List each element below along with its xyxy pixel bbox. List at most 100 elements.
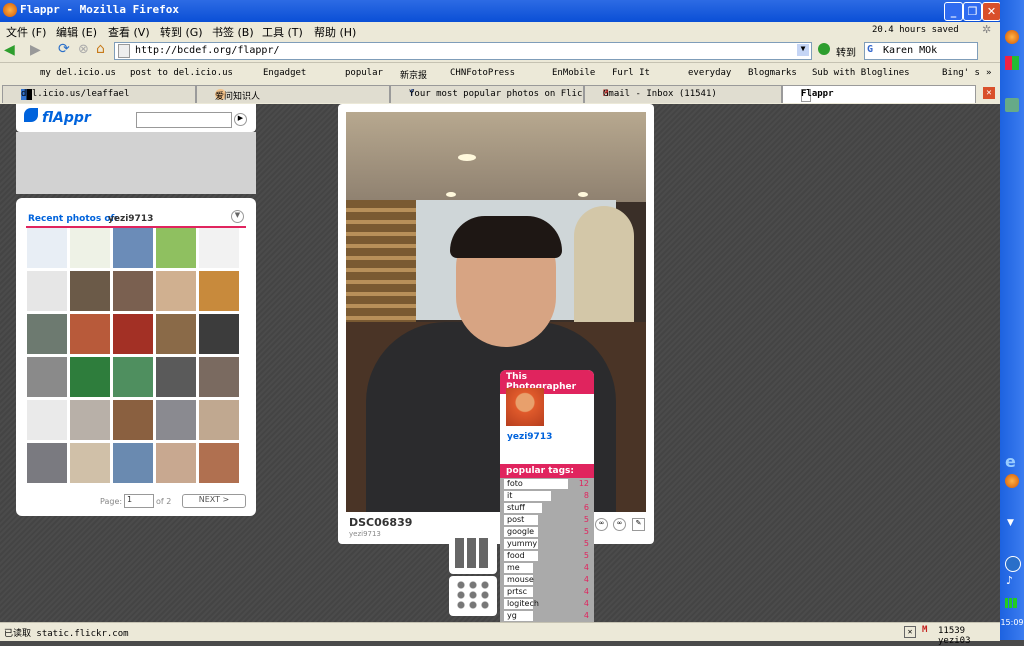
tag-row[interactable]: me 4 — [500, 562, 594, 574]
thumbnail[interactable] — [27, 443, 67, 483]
close-button[interactable]: ✕ — [982, 2, 1001, 21]
tab-iask[interactable]: 爱问知识人 — [196, 85, 390, 103]
thumbnail[interactable] — [156, 357, 196, 397]
gmail-icon[interactable]: M — [922, 625, 927, 635]
address-bar[interactable]: http://bcdef.org/flappr/ ▼ — [114, 42, 812, 60]
menu-view[interactable]: 查看 (V) — [108, 24, 150, 40]
tab-flappr[interactable]: Flappr — [782, 85, 976, 103]
forward-icon[interactable]: ▶ — [30, 42, 41, 58]
thumbnail[interactable] — [70, 357, 110, 397]
thumbnail[interactable] — [113, 400, 153, 440]
tag-row[interactable]: prtsc 4 — [500, 586, 594, 598]
signal-icon[interactable] — [1005, 598, 1017, 608]
thumbnail[interactable] — [199, 443, 239, 483]
tag-row[interactable]: foto 12 — [500, 478, 594, 490]
collapse-icon[interactable]: ▼ — [231, 210, 244, 223]
chevron-down-icon[interactable]: ▼ — [797, 44, 809, 56]
menu-edit[interactable]: 编辑 (E) — [56, 24, 97, 40]
gear-icon[interactable]: ✲ — [982, 23, 991, 36]
link-icon[interactable]: ∞ — [613, 518, 626, 531]
link-icon[interactable]: ∞ — [595, 518, 608, 531]
thumbnail[interactable] — [70, 228, 110, 268]
minimize-button[interactable]: _ — [944, 2, 963, 21]
next-page-button[interactable]: NEXT > — [182, 494, 246, 508]
bookmark-furl-it[interactable]: Furl It — [612, 68, 650, 78]
tag-row[interactable]: logitech 4 — [500, 598, 594, 610]
tag-row[interactable]: food 5 — [500, 550, 594, 562]
page-input[interactable]: 1 — [124, 494, 154, 508]
tag-row[interactable]: it 8 — [500, 490, 594, 502]
tag-row[interactable]: mouse 4 — [500, 574, 594, 586]
thumbnail[interactable] — [113, 228, 153, 268]
firefox-taskbar-icon[interactable] — [1005, 474, 1019, 488]
thumbnail[interactable] — [199, 271, 239, 311]
zoom-icon[interactable] — [455, 580, 491, 610]
close-tab-icon[interactable]: ✕ — [983, 87, 995, 99]
thumbnail[interactable] — [70, 271, 110, 311]
tab-gmail[interactable]: M Gmail - Inbox (11541) — [584, 85, 782, 103]
thumbnail[interactable] — [27, 357, 67, 397]
tray-chevron-icon[interactable]: ▼ — [1007, 518, 1014, 528]
blocked-icon[interactable]: ✕ — [904, 626, 916, 638]
bookmarks-overflow-icon[interactable]: » — [986, 68, 991, 78]
tag-row[interactable]: google 5 — [500, 526, 594, 538]
edit-icon[interactable]: ✎ — [632, 518, 645, 531]
thumbnail[interactable] — [156, 228, 196, 268]
network-icon[interactable] — [1005, 556, 1021, 572]
grid-view-icon[interactable] — [455, 538, 491, 568]
go-button[interactable]: 转到 — [836, 44, 856, 59]
windows-flag-icon[interactable] — [1005, 56, 1019, 70]
thumbnail[interactable] — [70, 314, 110, 354]
bookmark-bing[interactable]: Bing' s — [942, 68, 980, 78]
thumbnail[interactable] — [156, 314, 196, 354]
menu-tools[interactable]: 工具 (T) — [262, 24, 303, 40]
thumbnail[interactable] — [27, 314, 67, 354]
thumbnail[interactable] — [27, 400, 67, 440]
thumbnail[interactable] — [27, 271, 67, 311]
thumbnail[interactable] — [113, 314, 153, 354]
menu-bookmarks[interactable]: 书签 (B) — [212, 24, 254, 40]
main-photo[interactable] — [346, 112, 646, 512]
bookmark-bloglines[interactable]: Sub with Bloglines — [812, 68, 910, 78]
thumbnail[interactable] — [156, 400, 196, 440]
bookmark-xinjingbao[interactable]: 新京报 — [400, 68, 427, 81]
tab-flickr-popular[interactable]: f Your most popular photos on Flick... — [390, 85, 584, 103]
photo-owner[interactable]: yezi9713 — [349, 530, 381, 538]
home-icon[interactable]: ⌂ — [96, 41, 105, 57]
bookmark-everyday[interactable]: everyday — [688, 68, 731, 78]
thumbnail[interactable] — [156, 271, 196, 311]
photographer-avatar[interactable] — [506, 388, 544, 426]
thumbnail[interactable] — [27, 228, 67, 268]
thumbnail[interactable] — [199, 357, 239, 397]
thumbnail[interactable] — [113, 357, 153, 397]
back-icon[interactable]: ◀ — [4, 42, 15, 58]
app-taskbar-icon[interactable] — [1005, 98, 1019, 112]
firefox-taskbar-icon[interactable] — [1005, 30, 1019, 44]
thumbnail[interactable] — [70, 443, 110, 483]
go-icon[interactable] — [818, 43, 830, 55]
menu-help[interactable]: 帮助 (H) — [314, 24, 356, 40]
flappr-search-input[interactable] — [136, 112, 232, 128]
thumbnail[interactable] — [113, 271, 153, 311]
tag-row[interactable]: yg 4 — [500, 610, 594, 622]
tag-row[interactable]: stuff 6 — [500, 502, 594, 514]
thumbnail[interactable] — [156, 443, 196, 483]
thumbnail[interactable] — [70, 400, 110, 440]
bookmark-my-delicious[interactable]: my del.icio.us — [40, 68, 116, 78]
bookmark-post-delicious[interactable]: post to del.icio.us — [130, 68, 233, 78]
stop-icon[interactable]: ⊗ — [78, 42, 89, 57]
thumbnail[interactable] — [199, 228, 239, 268]
menu-go[interactable]: 转到 (G) — [160, 24, 203, 40]
search-input[interactable]: G Karen MOk — [864, 42, 978, 60]
bookmark-popular[interactable]: popular — [345, 68, 383, 78]
bookmark-blogmarks[interactable]: Blogmarks — [748, 68, 797, 78]
thumbnail[interactable] — [199, 314, 239, 354]
bookmark-engadget[interactable]: Engadget — [263, 68, 306, 78]
photographer-user[interactable]: yezi9713 — [507, 432, 552, 442]
maximize-button[interactable]: ❐ — [963, 2, 982, 21]
menu-file[interactable]: 文件 (F) — [6, 24, 46, 40]
ie-icon[interactable]: e — [1005, 452, 1016, 471]
bookmark-chnfotopress[interactable]: CHNFotoPress — [450, 68, 515, 78]
tag-row[interactable]: post 5 — [500, 514, 594, 526]
tag-row[interactable]: yummy 5 — [500, 538, 594, 550]
